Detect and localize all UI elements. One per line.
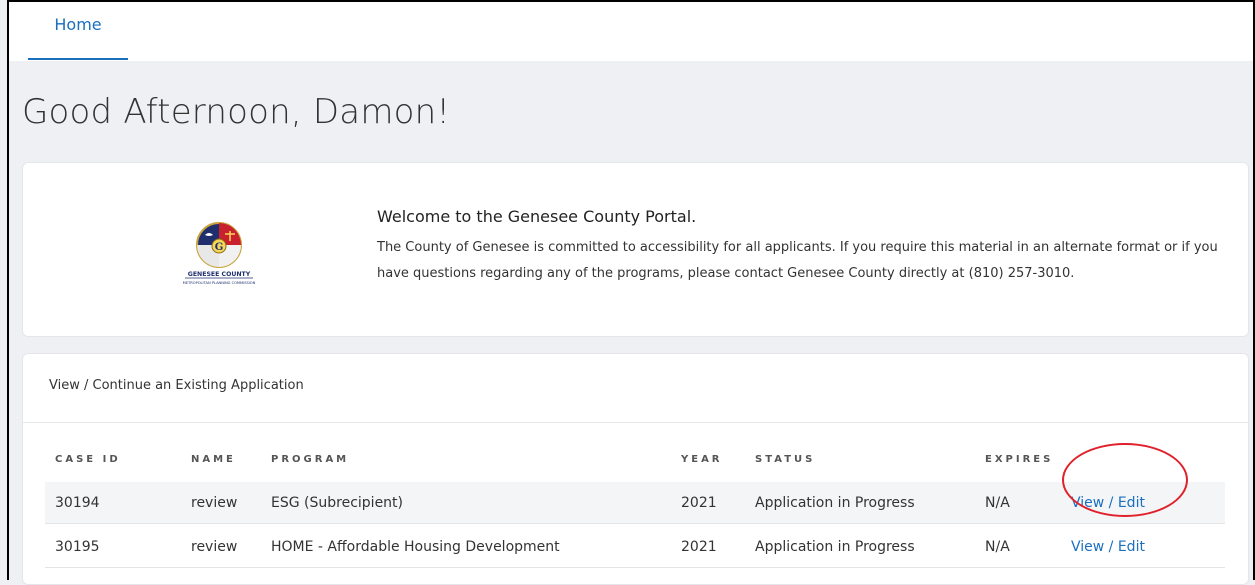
svg-text:G: G <box>215 242 224 253</box>
applications-heading: View / Continue an Existing Application <box>49 378 304 393</box>
year-cell: 2021 <box>681 539 717 555</box>
program-cell: HOME - Affordable Housing Development <box>271 539 560 555</box>
status-cell: Application in Progress <box>755 539 915 555</box>
table-row: 30194 review ESG (Subrecipient) 2021 App… <box>45 482 1225 524</box>
name-cell: review <box>191 539 238 555</box>
view-edit-link[interactable]: View / Edit <box>1071 482 1145 524</box>
column-header-program: PROGRAM <box>271 454 350 465</box>
genesee-county-logo: G GENESEE COUNTY METROPOLITAN PLANNING C… <box>183 222 256 285</box>
column-header-name: NAME <box>191 454 236 465</box>
table-row: 30195 review HOME - Affordable Housing D… <box>45 526 1225 568</box>
case-id-cell: 30194 <box>55 495 100 511</box>
column-header-case-id: CASE ID <box>55 454 121 465</box>
status-cell: Application in Progress <box>755 495 915 511</box>
name-cell: review <box>191 495 238 511</box>
applications-card: View / Continue an Existing Application … <box>22 353 1249 585</box>
welcome-text: The County of Genesee is committed to ac… <box>377 240 1218 281</box>
greeting-title: Good Afternoon, Damon! <box>22 92 451 132</box>
frame-border-left <box>7 0 9 580</box>
view-edit-link[interactable]: View / Edit <box>1071 526 1145 568</box>
program-cell: ESG (Subrecipient) <box>271 495 404 511</box>
column-header-expires: EXPIRES <box>985 454 1054 465</box>
expires-cell: N/A <box>985 495 1010 511</box>
expires-cell: N/A <box>985 539 1010 555</box>
logo-text: GENESEE COUNTY <box>188 271 251 278</box>
logo-subtext: METROPOLITAN PLANNING COMMISSION <box>183 281 256 285</box>
column-header-year: YEAR <box>681 454 723 465</box>
welcome-title: Welcome to the Genesee County Portal. <box>377 207 697 226</box>
divider <box>23 422 1248 423</box>
tab-home[interactable]: Home <box>28 2 128 60</box>
year-cell: 2021 <box>681 495 717 511</box>
top-nav: Home <box>9 2 1253 61</box>
column-header-status: STATUS <box>755 454 816 465</box>
welcome-card: G GENESEE COUNTY METROPOLITAN PLANNING C… <box>22 162 1249 337</box>
case-id-cell: 30195 <box>55 539 100 555</box>
